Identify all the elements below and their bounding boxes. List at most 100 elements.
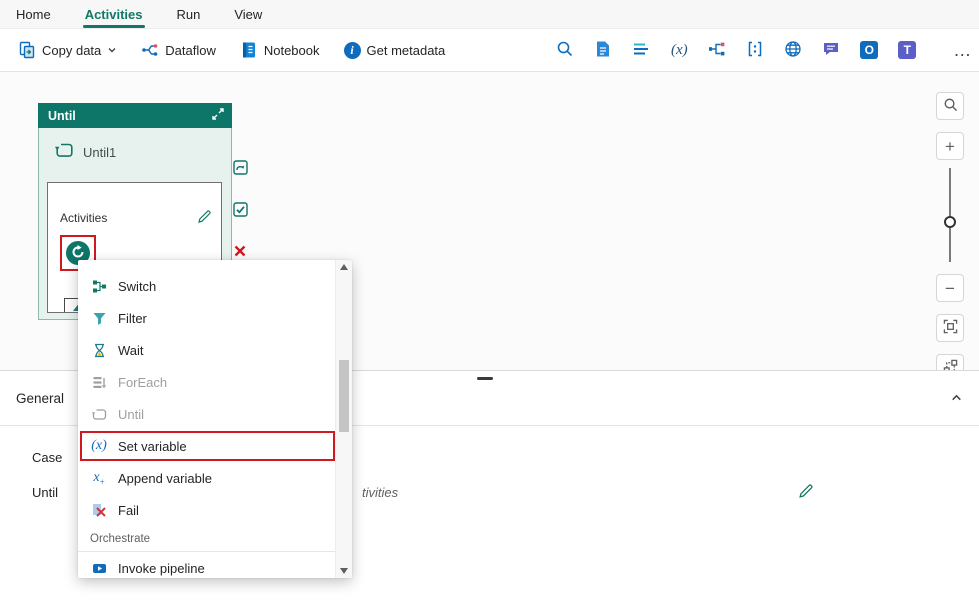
copy-data-icon <box>18 41 36 59</box>
until-ports <box>233 160 248 259</box>
search-icon <box>556 40 574 61</box>
info-glyph: i <box>350 42 354 57</box>
fail-icon <box>90 503 108 518</box>
completion-port-icon[interactable] <box>233 160 248 175</box>
menu-item-append-variable[interactable]: x+ Append variable <box>78 462 335 494</box>
set-variable-glyph: (x) <box>91 438 107 453</box>
switch-icon <box>90 279 108 294</box>
menu-item-wait[interactable]: Wait <box>78 334 335 366</box>
failure-port-icon[interactable] <box>233 244 248 259</box>
get-metadata-icon: i <box>343 41 361 59</box>
activity-icon-group: (x) O T <box>549 34 929 66</box>
foreach-brackets-button[interactable] <box>739 34 771 66</box>
property-label-case: Case <box>32 450 63 465</box>
zoom-slider-track <box>949 168 951 262</box>
edit-activities-button[interactable] <box>197 209 212 227</box>
tab-home[interactable]: Home <box>16 0 51 28</box>
branch-icon <box>708 40 726 61</box>
success-port-icon[interactable] <box>233 202 248 217</box>
chevron-down-icon[interactable] <box>107 43 117 58</box>
copy-data-button[interactable]: Copy data <box>10 35 125 65</box>
menu-item-label: Wait <box>118 342 144 358</box>
menu-item-label: Fail <box>118 502 139 518</box>
tab-run[interactable]: Run <box>177 0 201 28</box>
tab-general[interactable]: General <box>16 391 64 406</box>
search-button[interactable] <box>549 34 581 66</box>
zoom-in-button[interactable]: + <box>936 132 964 160</box>
until-header-title: Until <box>48 108 76 123</box>
chat-button[interactable] <box>815 34 847 66</box>
more-button[interactable]: … <box>945 41 979 59</box>
dataflow-button[interactable]: Dataflow <box>133 35 224 65</box>
zoom-out-button[interactable]: − <box>936 274 964 302</box>
menu-item-foreach[interactable]: ForEach <box>78 366 335 398</box>
edit-property-button[interactable] <box>798 483 814 502</box>
append-variable-icon: x+ <box>90 470 108 487</box>
until-loop-icon <box>55 141 74 163</box>
notebook-button[interactable]: Notebook <box>232 35 328 65</box>
zoom-slider-thumb[interactable] <box>944 216 956 228</box>
teams-button[interactable]: T <box>891 34 923 66</box>
lookup-button[interactable] <box>625 34 657 66</box>
menu-item-set-variable[interactable]: (x) Set variable <box>78 430 335 462</box>
menu-item-filter[interactable]: Filter <box>78 302 335 334</box>
tab-activities[interactable]: Activities <box>82 0 145 28</box>
dataflow-label: Dataflow <box>165 42 216 58</box>
menu-item-label: Invoke pipeline <box>118 560 205 576</box>
pencil-icon <box>798 484 814 502</box>
add-activity-icon <box>71 244 85 262</box>
activities-panel-header: Activities <box>48 183 221 227</box>
scrollbar-thumb[interactable] <box>339 360 349 432</box>
foreach-brackets-icon <box>746 40 764 61</box>
notebook-icon <box>240 41 258 59</box>
canvas-zoom-toolbar: + − <box>936 92 964 382</box>
menu-item-until[interactable]: Until <box>78 398 335 430</box>
invoke-pipeline-icon <box>90 561 108 576</box>
scroll-down-icon[interactable] <box>340 568 348 574</box>
until-activity-header[interactable]: Until <box>38 103 232 128</box>
panel-resize-handle[interactable] <box>477 377 493 380</box>
menu-scrollbar[interactable] <box>335 260 352 578</box>
menu-item-fail[interactable]: Fail <box>78 494 335 526</box>
collapse-panel-button[interactable] <box>950 391 963 407</box>
menu-item-label: Until <box>118 406 145 422</box>
menu-item-label: Switch <box>118 278 157 294</box>
outlook-button[interactable]: O <box>853 34 885 66</box>
search-icon <box>943 97 958 115</box>
stored-procedure-icon <box>594 40 612 61</box>
menu-item-label: Append variable <box>118 470 212 486</box>
lookup-icon <box>632 40 650 61</box>
zoom-fit-button[interactable] <box>936 314 964 342</box>
web-button[interactable] <box>777 34 809 66</box>
teams-icon: T <box>898 41 917 59</box>
menu-item-label: ForEach <box>118 374 168 390</box>
pencil-icon <box>197 210 212 227</box>
chevron-up-icon <box>950 392 963 407</box>
notebook-label: Notebook <box>263 42 320 58</box>
menu-item-invoke-pipeline[interactable]: Invoke pipeline <box>78 552 335 578</box>
stored-procedure-button[interactable] <box>587 34 619 66</box>
zoom-slider[interactable] <box>936 168 964 262</box>
copy-data-label: Copy data <box>42 42 102 58</box>
until-activity-name: Until1 <box>83 144 117 160</box>
scroll-up-icon[interactable] <box>340 264 348 270</box>
fit-to-screen-icon <box>943 319 958 337</box>
menu-section-orchestrate: Orchestrate <box>78 526 335 552</box>
set-variable-button[interactable]: (x) <box>663 34 695 66</box>
set-variable-icon: (x) <box>670 41 688 58</box>
branch-button[interactable] <box>701 34 733 66</box>
foreach-icon <box>90 375 108 390</box>
web-icon <box>784 40 802 61</box>
menu-item-switch[interactable]: Switch <box>78 270 335 302</box>
filter-icon <box>90 311 108 326</box>
section-header-label: Orchestrate <box>90 533 151 545</box>
get-metadata-label: Get metadata <box>366 42 446 58</box>
outlook-icon: O <box>860 41 879 59</box>
tab-view[interactable]: View <box>234 0 262 28</box>
expand-icon[interactable] <box>212 108 224 123</box>
until-loop-icon <box>90 407 108 422</box>
get-metadata-button[interactable]: i Get metadata <box>336 36 454 65</box>
canvas-search-button[interactable] <box>936 92 964 120</box>
activities-toolbar: Copy data Dataflow Notebook i Get metada… <box>0 28 979 72</box>
chat-icon <box>822 40 840 61</box>
